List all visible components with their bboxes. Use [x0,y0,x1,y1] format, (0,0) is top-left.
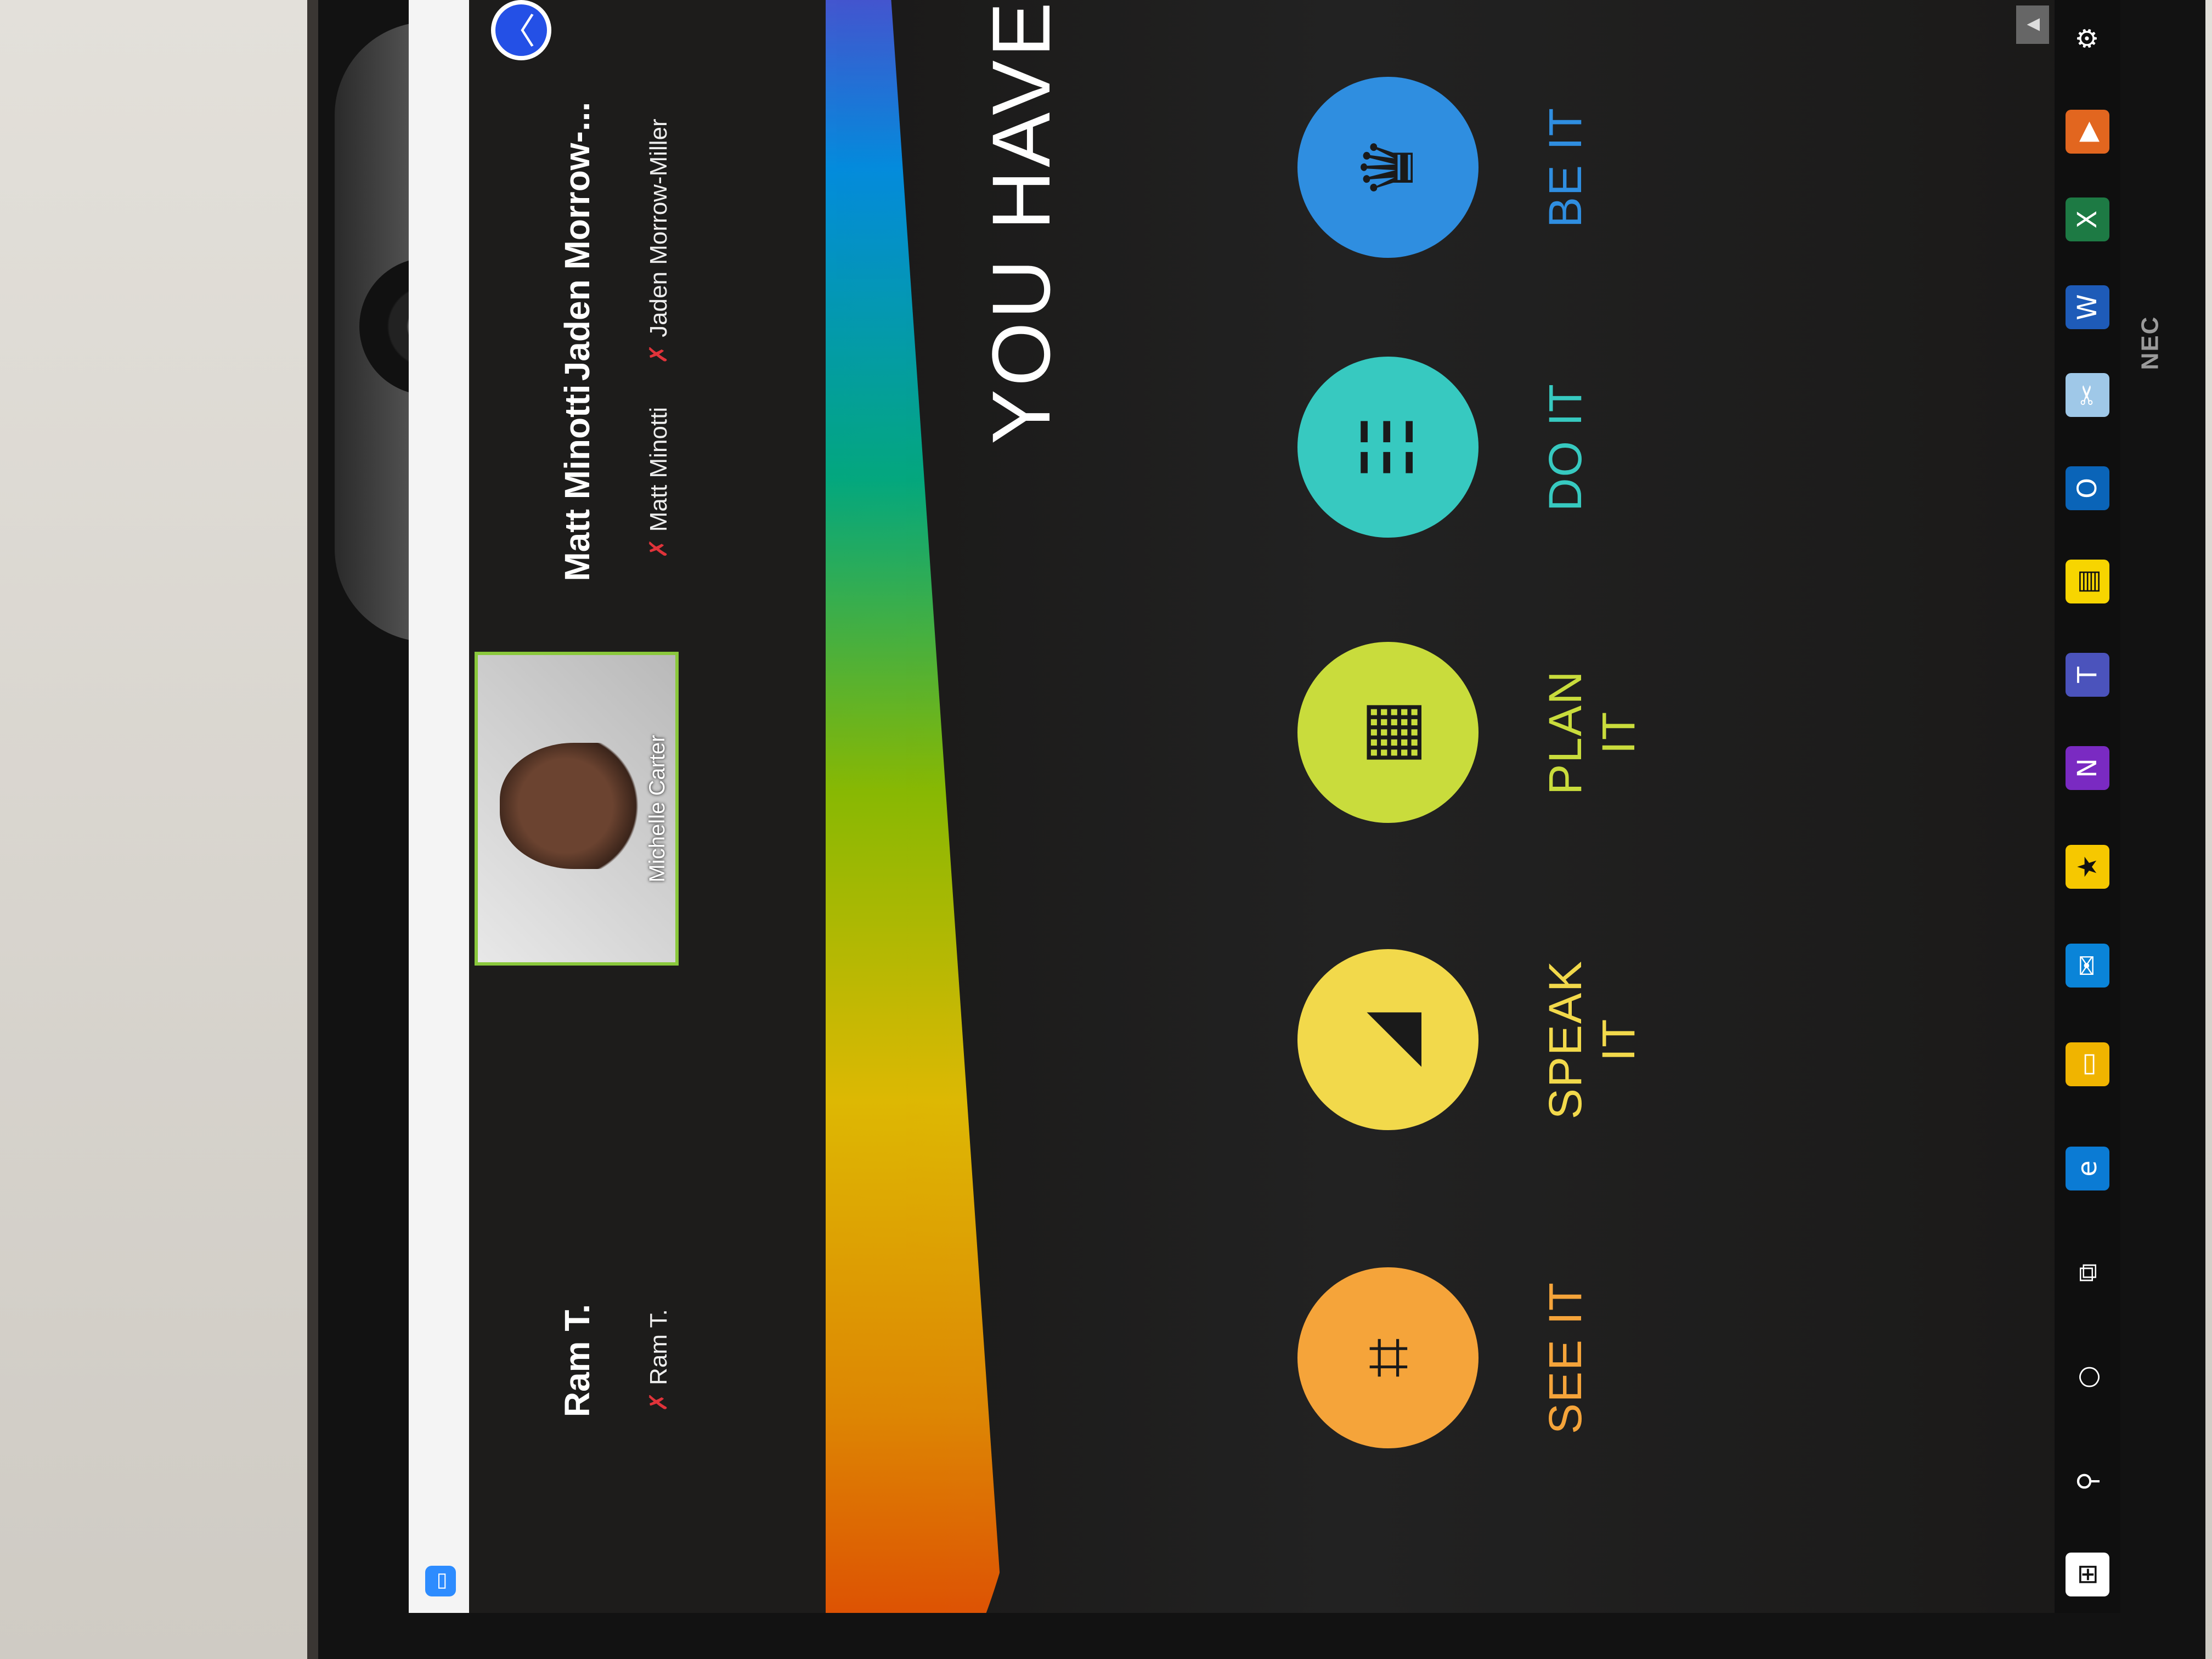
monitor-screen: ▭ Ram T. ✗ Ram T. Michelle Carter Matt Mi… [409,0,2120,1613]
participant-subname-text: Matt Minotti [645,407,672,532]
video-tile-name: Michelle Carter [645,735,669,883]
monitor-brand-label: NEC [2136,315,2164,370]
participant-subname: ✗ Ram T. [645,1196,673,1525]
chevron-up-icon[interactable]: ︿ [491,0,551,60]
windows-start-icon[interactable]: ⊞ [2066,1553,2109,1596]
participant-subname-text: Ram T. [645,1309,672,1385]
zoom-app-icon[interactable]: ▭ [425,1566,456,1596]
outlook-icon[interactable]: O [2066,466,2109,510]
step-be-it: ♛ BE IT [1297,49,1638,258]
task-view-icon[interactable]: ⧉ [2066,1251,2109,1295]
step-see-it: ⌗ SEE IT [1297,1240,1638,1448]
window-title-strip: ▭ [409,0,469,1613]
participant-tile-jaden[interactable]: Jaden Morrow-... ✗ Jaden Morrow-Miller [491,77,798,406]
binoculars-icon: ⌗ [1297,1267,1479,1448]
step-do-it: ☷ DO IT [1297,329,1638,538]
sticky-notes-icon[interactable]: ▤ [2066,560,2109,603]
cortana-icon[interactable]: ○ [2066,1355,2109,1399]
settings-icon[interactable]: ⚙ [2066,16,2109,60]
word-icon[interactable]: W [2066,285,2109,329]
step-label: DO IT [1539,383,1591,511]
onenote-icon[interactable]: N [2066,746,2109,790]
participant-subname-text: Jaden Morrow-Miller [645,119,672,337]
participant-strip: Ram T. ✗ Ram T. Michelle Carter Matt Mino… [469,0,826,1613]
discover-app-icon[interactable]: ★ [2066,845,2109,889]
participant-tile-ram[interactable]: Ram T. ✗ Ram T. [491,1196,798,1525]
step-speak-it: ◢ SPEAK IT [1297,922,1644,1130]
edge-icon[interactable]: e [2066,1147,2109,1190]
checklist-icon: ☷ [1297,357,1479,538]
participant-name: Ram T. [557,1304,597,1418]
video-person [500,743,664,869]
step-plan-it: ▦ PLAN IT [1297,614,1644,823]
mail-icon[interactable]: ✉ [2066,944,2109,988]
taskbar: ⊞ ⚲ ○ ⧉ e ▭ ✉ ★ N T ▤ O ✂ W X ▶ ⚙ [2055,0,2120,1613]
step-label: SPEAK IT [1539,960,1644,1120]
screen-content: ▭ Ram T. ✗ Ram T. Michelle Carter Matt Mi… [409,0,2120,1613]
participant-name: Jaden Morrow-... [557,101,597,381]
trophy-icon: ♛ [1297,77,1479,258]
mic-muted-icon: ✗ [645,1391,672,1412]
excel-icon[interactable]: X [2066,198,2109,241]
zoom-icon[interactable]: ▶ [2066,110,2109,154]
step-label: SEE IT [1539,1281,1591,1435]
mic-muted-icon: ✗ [645,538,672,559]
slide-headline: YOU HAVE TO... [975,0,1067,444]
chevron-up-icon[interactable]: ▲ [2016,5,2049,44]
video-tile[interactable]: Michelle Carter [475,652,679,966]
participant-subname: ✗ Jaden Morrow-Miller [645,77,673,406]
mic-muted-icon: ✗ [645,343,672,364]
step-label: BE IT [1539,106,1591,228]
presentation-slide: YOU HAVE TO... ⌗ SEE IT ◢ SPEAK IT ▦ PLA… [826,0,2120,1613]
snip-tool-icon[interactable]: ✂ [2066,373,2109,417]
calendar-icon: ▦ [1297,642,1479,823]
file-explorer-icon[interactable]: ▭ [2066,1042,2109,1086]
speaker-icon: ◢ [1297,949,1479,1130]
teams-icon[interactable]: T [2066,653,2109,697]
step-label: PLAN IT [1539,670,1644,795]
search-icon[interactable]: ⚲ [2066,1459,2109,1503]
